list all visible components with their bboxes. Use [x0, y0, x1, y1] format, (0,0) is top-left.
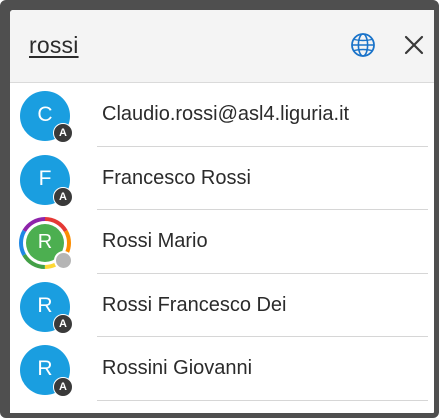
result-name: Francesco Rossi — [102, 166, 251, 189]
list-item[interactable]: C A Claudio.rossi@asl4.liguria.it — [10, 83, 434, 147]
list-item[interactable]: F A Francesco Rossi — [10, 147, 434, 210]
result-name: Rossi Mario — [102, 230, 208, 252]
search-panel: rossi C A Claudio.rossi@asl4.liguria.it — [10, 10, 434, 413]
globe-icon[interactable] — [350, 32, 376, 58]
status-offline-icon — [54, 251, 73, 270]
avatar: R A — [20, 281, 73, 334]
result-name: Rossi Francesco Dei — [102, 293, 287, 316]
avatar: R — [19, 217, 73, 270]
account-type-badge: A — [53, 123, 73, 143]
account-type-badge: A — [53, 186, 73, 207]
account-type-badge: A — [53, 377, 73, 397]
avatar: F A — [20, 154, 73, 207]
list-item[interactable]: R Rossi Mario — [10, 210, 434, 274]
divider — [97, 399, 428, 401]
search-input[interactable]: rossi — [29, 32, 79, 59]
avatar: C A — [20, 91, 73, 143]
results-list: C A Claudio.rossi@asl4.liguria.it F A Fr… — [10, 83, 434, 401]
close-icon[interactable] — [403, 34, 425, 56]
window-frame: rossi C A Claudio.rossi@asl4.liguria.it — [0, 0, 439, 418]
search-header: rossi — [10, 10, 434, 83]
result-name: Rossini Giovanni — [102, 357, 253, 379]
result-name: Claudio.rossi@asl4.liguria.it — [102, 103, 350, 125]
list-item[interactable]: R A Rossini Giovanni — [10, 337, 434, 401]
account-type-badge: A — [53, 313, 73, 334]
list-item[interactable]: R A Rossi Francesco Dei — [10, 274, 434, 337]
avatar: R A — [20, 345, 73, 397]
